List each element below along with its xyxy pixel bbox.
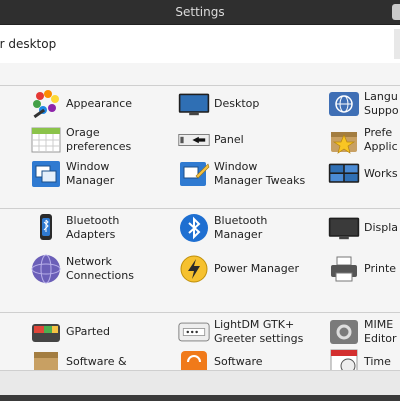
- power-icon: [178, 253, 210, 285]
- item-printers[interactable]: Printe: [328, 252, 396, 286]
- window-manager-icon: [30, 158, 62, 190]
- software-updater-icon: [178, 346, 210, 370]
- window-manager-tweaks-icon: [178, 158, 210, 190]
- appearance-icon: [30, 88, 62, 120]
- item-workspaces[interactable]: Works: [328, 157, 398, 191]
- item-time-and-date[interactable]: Time: [328, 345, 391, 370]
- item-bluetooth-manager[interactable]: Bluetooth Manager: [178, 211, 267, 245]
- item-panel[interactable]: Panel: [178, 123, 244, 157]
- item-software-sources[interactable]: Software &: [30, 345, 127, 370]
- software-sources-icon: [30, 346, 62, 370]
- window-close-button[interactable]: [392, 4, 400, 20]
- printer-icon: [328, 253, 360, 285]
- gparted-icon: [30, 316, 62, 348]
- item-mime-editor[interactable]: MIME Editor: [328, 315, 397, 349]
- item-lightdm-greeter[interactable]: LightDM GTK+ Greeter settings: [178, 315, 303, 349]
- bluetooth-icon: [178, 212, 210, 244]
- language-support-icon: [328, 88, 360, 120]
- panel-icon: [178, 124, 210, 156]
- header-subtitle: ur desktop: [0, 37, 57, 51]
- group-separator: [0, 312, 400, 313]
- item-display[interactable]: Displa: [328, 211, 398, 245]
- preferred-applications-icon: [328, 124, 360, 156]
- settings-content: Appearance Desktop Langu Suppo Orage pre…: [0, 63, 400, 370]
- item-language-support[interactable]: Langu Suppo: [328, 87, 399, 121]
- item-window-manager[interactable]: Window Manager: [30, 157, 114, 191]
- item-gparted[interactable]: GParted: [30, 315, 110, 349]
- item-appearance[interactable]: Appearance: [30, 87, 132, 121]
- group-separator: [0, 208, 400, 209]
- header-scroll-edge: [394, 29, 400, 59]
- window-footer: [0, 370, 400, 401]
- item-software-updater[interactable]: Software: [178, 345, 263, 370]
- desktop-icon: [178, 88, 210, 120]
- workspaces-icon: [328, 158, 360, 190]
- item-power-manager[interactable]: Power Manager: [178, 252, 299, 286]
- calendar-icon: [30, 124, 62, 156]
- group-separator: [0, 85, 400, 86]
- network-icon: [30, 253, 62, 285]
- display-icon: [328, 212, 360, 244]
- time-date-icon: [328, 346, 360, 370]
- item-orage-preferences[interactable]: Orage preferences: [30, 123, 131, 157]
- mime-icon: [328, 316, 360, 348]
- item-preferred-applications[interactable]: Prefe Applic: [328, 123, 398, 157]
- window-title: Settings: [175, 5, 225, 19]
- settings-header: ur desktop: [0, 25, 400, 63]
- item-network-connections[interactable]: Network Connections: [30, 252, 134, 286]
- lightdm-icon: [178, 316, 210, 348]
- item-window-manager-tweaks[interactable]: Window Manager Tweaks: [178, 157, 305, 191]
- bluetooth-adapters-icon: [30, 212, 62, 244]
- item-desktop[interactable]: Desktop: [178, 87, 259, 121]
- window-bottom-border: [0, 395, 400, 401]
- window-titlebar: Settings: [0, 0, 400, 25]
- item-bluetooth-adapters[interactable]: Bluetooth Adapters: [30, 211, 119, 245]
